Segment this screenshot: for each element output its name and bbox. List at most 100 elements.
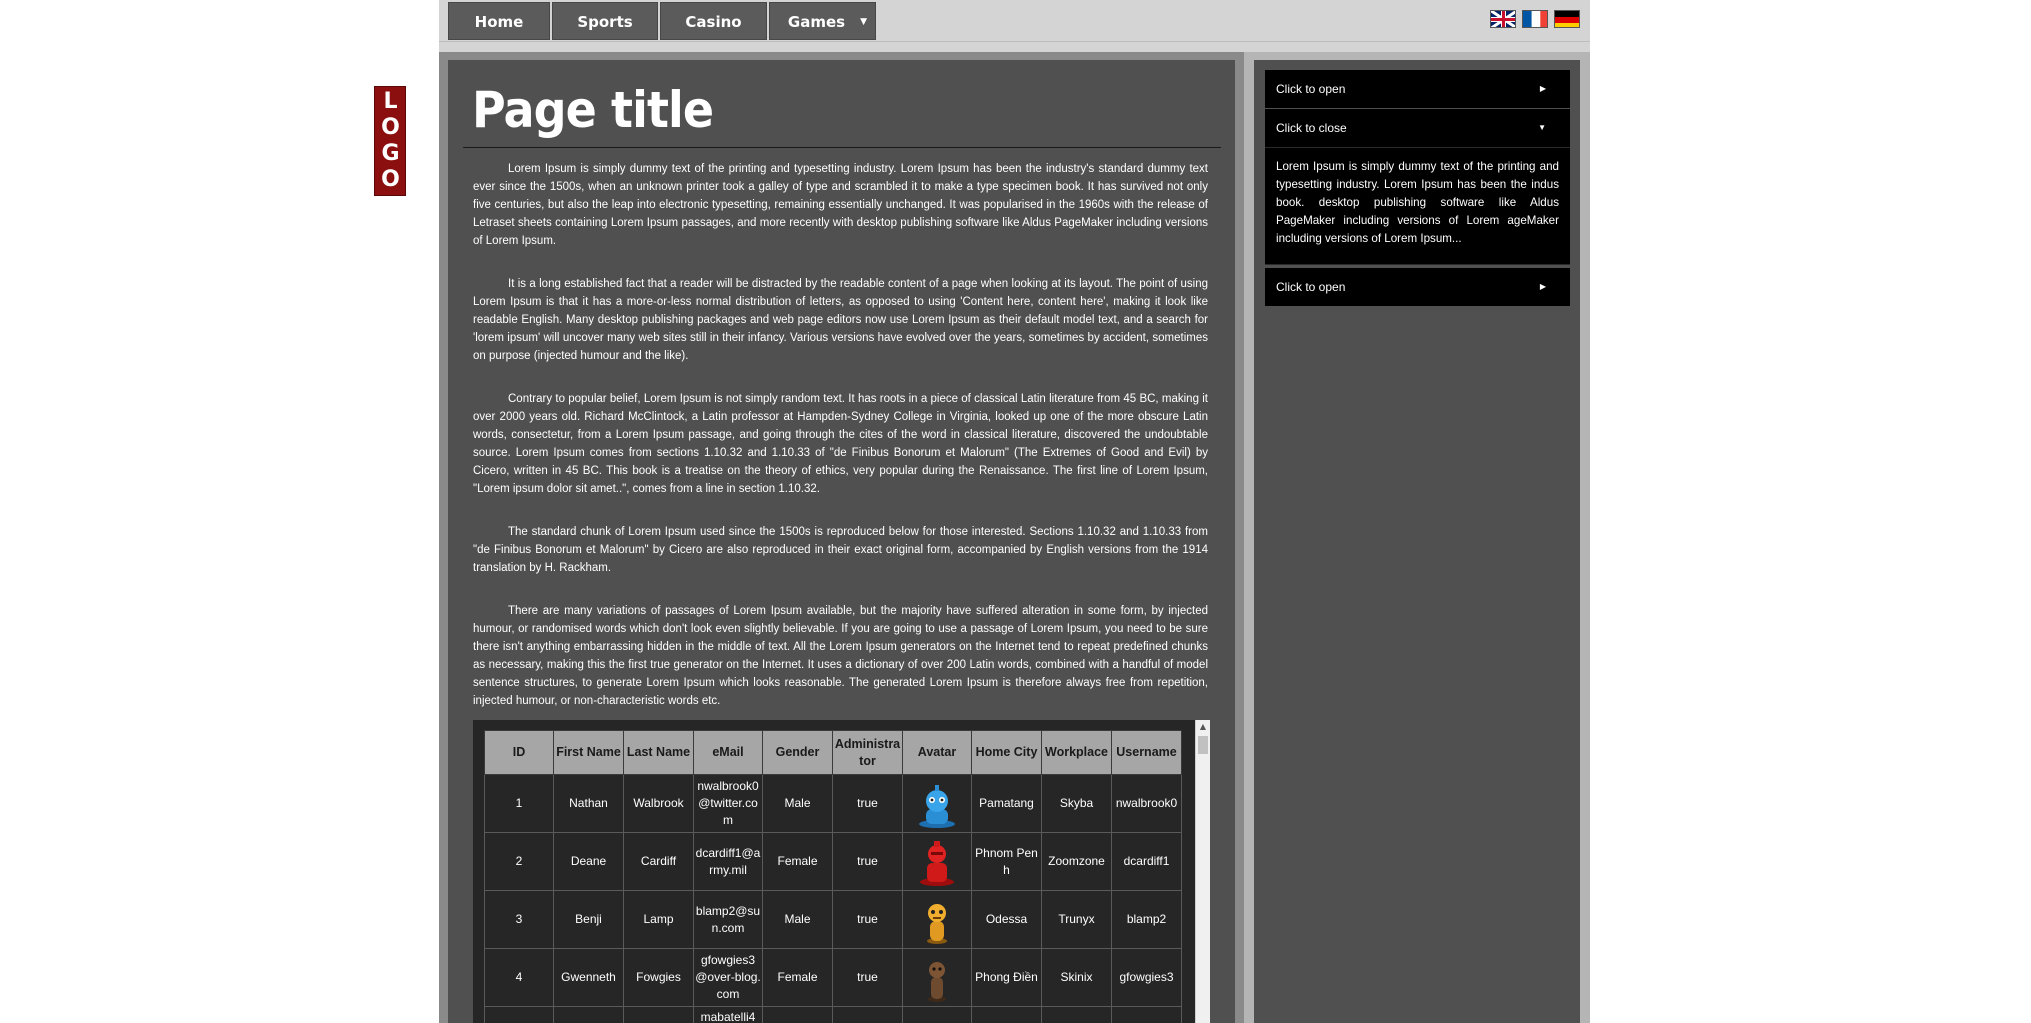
table-row[interactable]: 4 Gwenneth Fowgies gfowgies3@over-blog.c… (484, 948, 1182, 1007)
accordion-item-2: Click to close ▼ Lorem Ipsum is simply d… (1265, 109, 1570, 265)
accordion-header-1[interactable]: Click to open ▶ (1265, 70, 1570, 108)
cell-gender: Female (762, 948, 833, 1007)
cell-id: 4 (484, 948, 554, 1007)
cell-username (1111, 1006, 1182, 1023)
table-header-row: ID First Name Last Name eMail Gender Adm… (484, 730, 1182, 775)
cell-last-name: Walbrook (623, 774, 694, 833)
blue-robot-avatar-icon (912, 779, 962, 829)
cell-first-name: Benji (553, 890, 624, 949)
nav-casino-label: Casino (685, 13, 742, 31)
cell-home-city: Phnom Penh (971, 832, 1042, 891)
logo-text: LOGO (378, 89, 403, 193)
cell-first-name: Gwenneth (553, 948, 624, 1007)
cell-last-name: Lamp (623, 890, 694, 949)
nav-casino[interactable]: Casino (660, 2, 767, 40)
cell-home-city (971, 1006, 1042, 1023)
cell-avatar (902, 890, 972, 949)
cell-avatar (902, 774, 972, 833)
nav-home[interactable]: Home (448, 2, 550, 40)
column-header-first-name[interactable]: First Name (553, 730, 624, 775)
cell-avatar (902, 832, 972, 891)
cell-workplace (1041, 1006, 1112, 1023)
cell-gender: Female (762, 832, 833, 891)
table-row[interactable]: 1 Nathan Walbrook nwalbrook0@twitter.com… (484, 774, 1182, 833)
cell-gender: Male (762, 890, 833, 949)
cell-email: mabatelli4 (693, 1006, 763, 1023)
users-table: ID First Name Last Name eMail Gender Adm… (484, 730, 1182, 1023)
caret-right-icon: ▶ (1539, 282, 1546, 291)
nav-home-label: Home (474, 13, 524, 31)
cell-last-name (623, 1006, 694, 1023)
cell-id: 2 (484, 832, 554, 891)
nav-games[interactable]: Games ▼ (769, 2, 876, 40)
accordion-header-3[interactable]: Click to open ▶ (1265, 268, 1570, 306)
scroll-up-arrow-icon[interactable]: ▲ (1196, 720, 1210, 734)
red-robot-avatar-icon (912, 837, 962, 887)
cell-home-city: Phong Điền (971, 948, 1042, 1007)
table-row[interactable]: 3 Benji Lamp blamp2@sun.com Male true Od… (484, 890, 1182, 949)
cell-first-name (553, 1006, 624, 1023)
orange-robot-avatar-icon (912, 895, 962, 945)
accordion-header-2[interactable]: Click to close ▼ (1265, 109, 1570, 147)
chevron-down-icon: ▼ (860, 17, 867, 27)
cell-administrator: true (832, 774, 903, 833)
column-header-home-city[interactable]: Home City (971, 730, 1042, 775)
column-header-last-name[interactable]: Last Name (623, 730, 694, 775)
paragraph: Contrary to popular belief, Lorem Ipsum … (473, 393, 1208, 495)
column-header-workplace[interactable]: Workplace (1041, 730, 1112, 775)
paragraph: There are many variations of passages of… (473, 605, 1208, 707)
accordion-label: Click to close (1276, 121, 1347, 135)
accordion-item-3: Click to open ▶ (1265, 268, 1570, 306)
cell-email: blamp2@sun.com (693, 890, 763, 949)
cell-administrator: true (832, 832, 903, 891)
table-row[interactable]: 2 Deane Cardiff dcardiff1@army.mil Femal… (484, 832, 1182, 891)
column-header-id[interactable]: ID (484, 730, 554, 775)
cell-first-name: Deane (553, 832, 624, 891)
cell-workplace: Skyba (1041, 774, 1112, 833)
column-header-username[interactable]: Username (1111, 730, 1182, 775)
flag-fr-icon[interactable] (1522, 10, 1548, 28)
users-table-container[interactable]: ID First Name Last Name eMail Gender Adm… (473, 720, 1210, 1023)
column-header-gender[interactable]: Gender (762, 730, 833, 775)
cell-username: blamp2 (1111, 890, 1182, 949)
site-logo[interactable]: LOGO (374, 86, 406, 196)
page-title: Page title (472, 81, 714, 139)
cell-email: nwalbrook0@twitter.com (693, 774, 763, 833)
accordion-label: Click to open (1276, 82, 1346, 96)
cell-home-city: Odessa (971, 890, 1042, 949)
top-navbar: Home Sports Casino Games ▼ (439, 0, 1590, 42)
column-header-email[interactable]: eMail (693, 730, 763, 775)
title-divider (463, 147, 1221, 148)
cell-gender (762, 1006, 833, 1023)
cell-avatar (902, 1006, 972, 1023)
cell-id (484, 1006, 554, 1023)
caret-right-icon: ▶ (1539, 84, 1546, 93)
column-header-administrator[interactable]: Administrator (832, 730, 903, 775)
cell-email: gfowgies3@over-blog.com (693, 948, 763, 1007)
cell-home-city: Pamatang (971, 774, 1042, 833)
nav-sports[interactable]: Sports (552, 2, 658, 40)
cell-last-name: Cardiff (623, 832, 694, 891)
column-header-avatar[interactable]: Avatar (902, 730, 972, 775)
cell-last-name: Fowgies (623, 948, 694, 1007)
paragraph: The standard chunk of Lorem Ipsum used s… (473, 526, 1208, 574)
cell-first-name: Nathan (553, 774, 624, 833)
cell-username: dcardiff1 (1111, 832, 1182, 891)
accordion-content: Lorem Ipsum is simply dummy text of the … (1265, 147, 1570, 265)
cell-email: dcardiff1@army.mil (693, 832, 763, 891)
accordion-item-1: Click to open ▶ (1265, 70, 1570, 108)
cell-id: 1 (484, 774, 554, 833)
flag-de-icon[interactable] (1554, 10, 1580, 28)
cell-username: nwalbrook0 (1111, 774, 1182, 833)
paragraph: It is a long established fact that a rea… (473, 278, 1208, 362)
table-row[interactable]: mabatelli4 (484, 1006, 1182, 1023)
nav-games-label: Games (787, 13, 846, 31)
cell-username: gfowgies3 (1111, 948, 1182, 1007)
table-scrollbar[interactable]: ▲ (1195, 720, 1210, 1023)
brown-robot-avatar-icon (912, 953, 962, 1003)
article-body: Lorem Ipsum is simply dummy text of the … (473, 160, 1208, 735)
flag-uk-icon[interactable] (1490, 10, 1516, 28)
cell-avatar (902, 948, 972, 1007)
scrollbar-thumb[interactable] (1198, 736, 1208, 754)
cell-administrator: true (832, 890, 903, 949)
